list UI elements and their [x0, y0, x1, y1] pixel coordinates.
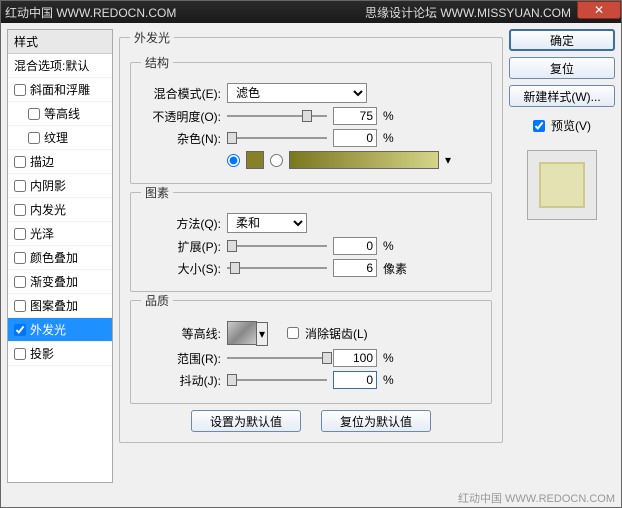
range-slider[interactable] — [227, 350, 327, 366]
glow-color-swatch[interactable] — [246, 151, 264, 169]
content: 样式 混合选项:默认 斜面和浮雕 等高线 纹理 描边 内阴影 内发光 光泽 颜色… — [1, 23, 621, 489]
spread-slider[interactable] — [227, 238, 327, 254]
sidebar-item-bevel[interactable]: 斜面和浮雕 — [8, 78, 112, 102]
spread-input[interactable] — [333, 237, 377, 255]
sidebar-header: 样式 — [8, 30, 112, 54]
sidebar-item-satin[interactable]: 光泽 — [8, 222, 112, 246]
blend-mode-select[interactable]: 滤色 — [227, 83, 367, 103]
check-pattern-overlay[interactable] — [14, 300, 26, 312]
quality-group: 品质 等高线: ▾ 消除锯齿(L) 范围(R): % — [130, 292, 492, 404]
layer-style-dialog: 红动中国 WWW.REDOCN.COM 思缘设计论坛 WWW.MISSYUAN.… — [0, 0, 622, 508]
glow-gradient-picker[interactable] — [289, 151, 439, 169]
preview-label: 预览(V) — [551, 117, 591, 134]
size-input[interactable] — [333, 259, 377, 277]
contour-picker[interactable]: ▾ — [227, 321, 257, 345]
chevron-down-icon[interactable]: ▾ — [445, 153, 451, 167]
noise-label: 杂色(N): — [141, 130, 221, 147]
contour-label: 等高线: — [141, 325, 221, 342]
main-panel: 外发光 结构 混合模式(E): 滤色 不透明度(O): % 杂色(N): — [119, 29, 503, 483]
sidebar-item-texture[interactable]: 纹理 — [8, 126, 112, 150]
right-column: 确定 复位 新建样式(W)... 预览(V) — [509, 29, 615, 483]
quality-legend: 品质 — [141, 292, 173, 309]
footer-watermark: 红动中国 WWW.REDOCN.COM — [458, 489, 615, 507]
range-input[interactable] — [333, 349, 377, 367]
structure-group: 结构 混合模式(E): 滤色 不透明度(O): % 杂色(N): — [130, 54, 492, 184]
check-drop-shadow[interactable] — [14, 348, 26, 360]
jitter-label: 抖动(J): — [141, 372, 221, 389]
cancel-button[interactable]: 复位 — [509, 57, 615, 79]
ok-button[interactable]: 确定 — [509, 29, 615, 51]
check-inner-glow[interactable] — [14, 204, 26, 216]
title-right: 思缘设计论坛 WWW.MISSYUAN.COM — [365, 4, 571, 21]
chevron-down-icon[interactable]: ▾ — [256, 322, 268, 346]
noise-input[interactable] — [333, 129, 377, 147]
sidebar-item-drop-shadow[interactable]: 投影 — [8, 342, 112, 366]
check-contour[interactable] — [28, 108, 40, 120]
opacity-slider[interactable] — [227, 108, 327, 124]
sidebar-item-inner-glow[interactable]: 内发光 — [8, 198, 112, 222]
range-label: 范围(R): — [141, 350, 221, 367]
reset-default-button[interactable]: 复位为默认值 — [321, 410, 431, 432]
outer-glow-panel: 外发光 结构 混合模式(E): 滤色 不透明度(O): % 杂色(N): — [119, 29, 503, 443]
title-left: 红动中国 WWW.REDOCN.COM — [5, 4, 176, 21]
size-slider[interactable] — [227, 260, 327, 276]
check-color-overlay[interactable] — [14, 252, 26, 264]
antialias-label: 消除锯齿(L) — [305, 325, 368, 342]
close-button[interactable]: ✕ — [577, 1, 621, 19]
sidebar-item-gradient-overlay[interactable]: 渐变叠加 — [8, 270, 112, 294]
check-stroke[interactable] — [14, 156, 26, 168]
make-default-button[interactable]: 设置为默认值 — [191, 410, 301, 432]
sidebar-item-outer-glow[interactable]: 外发光 — [8, 318, 112, 342]
blend-mode-label: 混合模式(E): — [141, 85, 221, 102]
element-legend: 图素 — [141, 184, 173, 201]
method-label: 方法(Q): — [141, 215, 221, 232]
opacity-label: 不透明度(O): — [141, 108, 221, 125]
glow-gradient-radio[interactable] — [270, 154, 283, 167]
sidebar-item-stroke[interactable]: 描边 — [8, 150, 112, 174]
sidebar-item-contour[interactable]: 等高线 — [8, 102, 112, 126]
check-inner-shadow[interactable] — [14, 180, 26, 192]
jitter-input[interactable] — [333, 371, 377, 389]
new-style-button[interactable]: 新建样式(W)... — [509, 85, 615, 107]
preview-inner — [539, 162, 585, 208]
glow-color-radio[interactable] — [227, 154, 240, 167]
sidebar-item-color-overlay[interactable]: 颜色叠加 — [8, 246, 112, 270]
titlebar: 红动中国 WWW.REDOCN.COM 思缘设计论坛 WWW.MISSYUAN.… — [1, 1, 621, 23]
opacity-input[interactable] — [333, 107, 377, 125]
styles-sidebar: 样式 混合选项:默认 斜面和浮雕 等高线 纹理 描边 内阴影 内发光 光泽 颜色… — [7, 29, 113, 483]
check-gradient-overlay[interactable] — [14, 276, 26, 288]
panel-title: 外发光 — [130, 29, 174, 46]
check-texture[interactable] — [28, 132, 40, 144]
structure-legend: 结构 — [141, 54, 173, 71]
antialias-checkbox[interactable] — [287, 327, 299, 339]
check-outer-glow[interactable] — [14, 324, 26, 336]
element-group: 图素 方法(Q): 柔和 扩展(P): % 大小(S): — [130, 184, 492, 292]
spread-label: 扩展(P): — [141, 238, 221, 255]
size-label: 大小(S): — [141, 260, 221, 277]
method-select[interactable]: 柔和 — [227, 213, 307, 233]
sidebar-item-inner-shadow[interactable]: 内阴影 — [8, 174, 112, 198]
close-icon: ✕ — [594, 3, 604, 17]
preview-checkbox[interactable] — [533, 120, 545, 132]
check-bevel[interactable] — [14, 84, 26, 96]
sidebar-blend-options[interactable]: 混合选项:默认 — [8, 54, 112, 78]
sidebar-item-pattern-overlay[interactable]: 图案叠加 — [8, 294, 112, 318]
jitter-slider[interactable] — [227, 372, 327, 388]
noise-slider[interactable] — [227, 130, 327, 146]
preview-swatch — [527, 150, 597, 220]
check-satin[interactable] — [14, 228, 26, 240]
